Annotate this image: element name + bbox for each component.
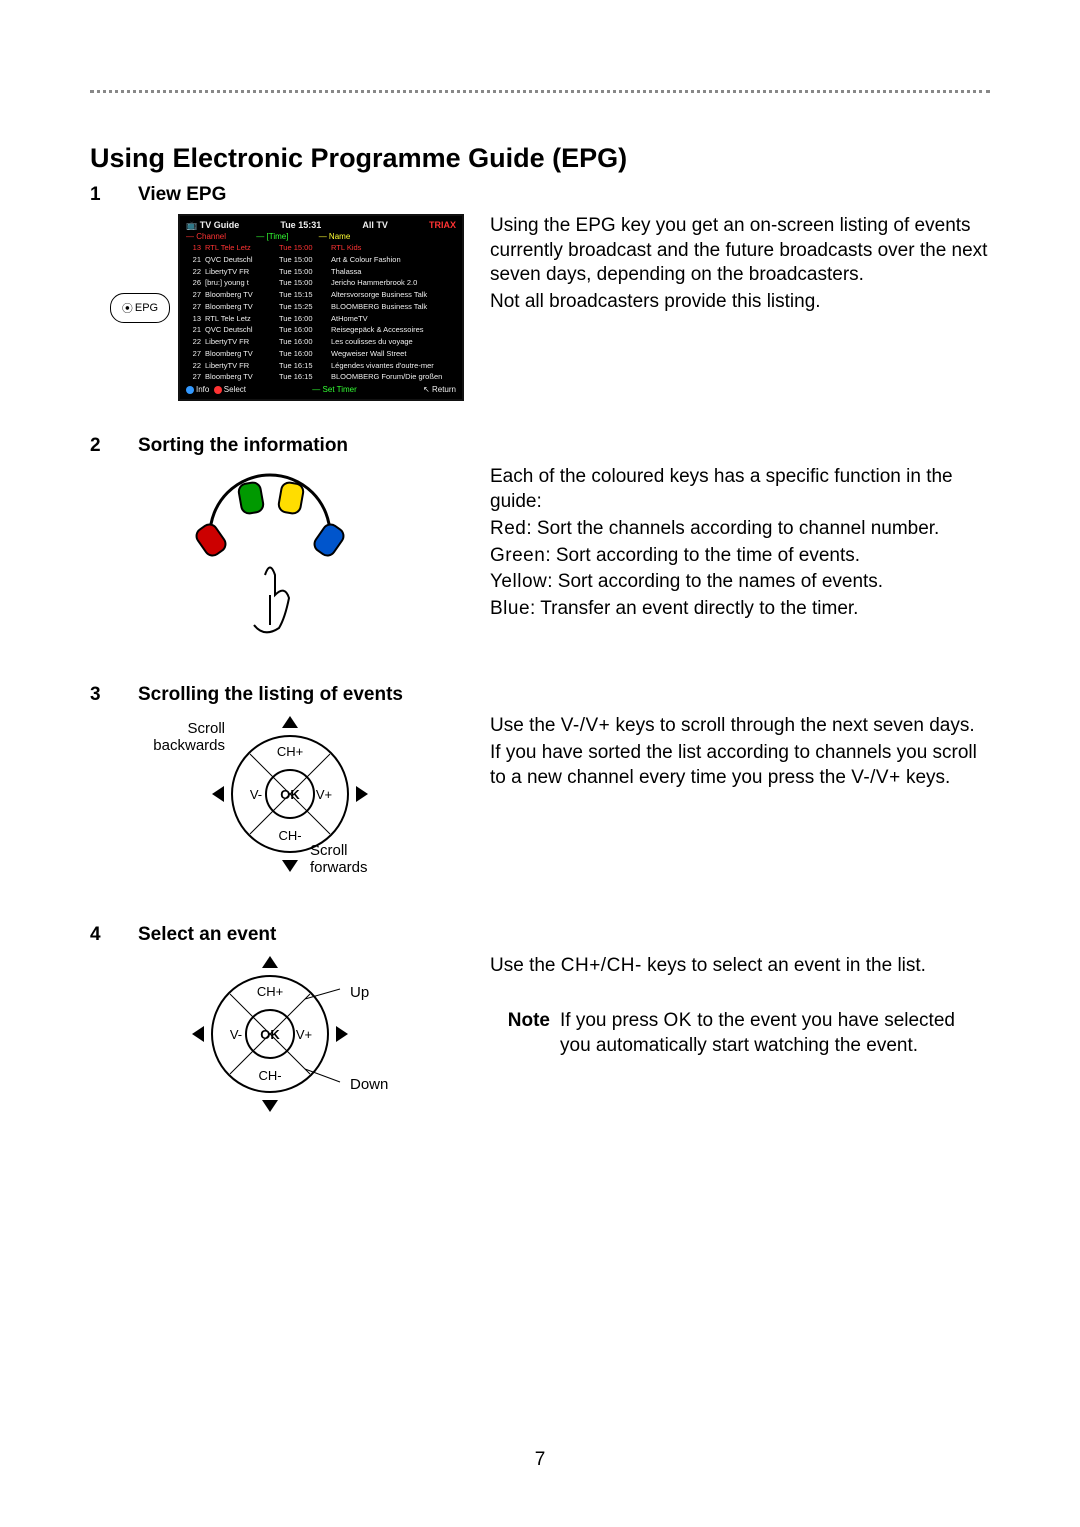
section-3-body: Scroll backwards Scroll forwards CH+ CH-… bbox=[90, 714, 990, 894]
s3-p2: If you have sorted the list according to… bbox=[490, 741, 990, 790]
section-number: 2 bbox=[90, 435, 138, 457]
note-text: If you press OK to the event you have se… bbox=[560, 1009, 990, 1058]
section-1-body: ⦿EPG 📺 TV Guide Tue 15:31 All TV TRIAX —… bbox=[90, 214, 990, 401]
epg-title: TV Guide bbox=[200, 220, 240, 230]
ok-label: OK bbox=[280, 787, 300, 802]
ch-plus-label: CH+ bbox=[277, 744, 303, 759]
epg-row: 27Bloomberg TVTue 16:15BLOOMBERG Forum/D… bbox=[186, 371, 456, 383]
section-title: View EPG bbox=[138, 184, 226, 206]
note-label: Note bbox=[490, 1009, 550, 1060]
s2-blue: Blue: Transfer an event directly to the … bbox=[490, 597, 990, 622]
page-number: 7 bbox=[0, 1449, 1080, 1471]
epg-row: 22LibertyTV FRTue 16:00Les coulisses du … bbox=[186, 336, 456, 348]
s1-p1: Using the EPG key you get an on-screen l… bbox=[490, 214, 990, 288]
section-2-body: Each of the coloured keys has a specific… bbox=[90, 465, 990, 640]
section-title: Scrolling the listing of events bbox=[138, 684, 403, 706]
epg-row: 26[bru:] young tTue 15:00Jericho Hammerb… bbox=[186, 277, 456, 289]
epg-row: 13RTL Tele LetzTue 15:00RTL Kids bbox=[186, 242, 456, 254]
label-down: Down bbox=[350, 1076, 388, 1093]
foot-info: Info bbox=[196, 385, 209, 394]
section-title: Sorting the information bbox=[138, 435, 348, 457]
epg-row: 22LibertyTV FRTue 15:00Thalassa bbox=[186, 266, 456, 278]
v-minus-label: V- bbox=[250, 787, 262, 802]
s1-p2: Not all broadcasters provide this listin… bbox=[490, 290, 990, 315]
epg-row: 13RTL Tele LetzTue 16:00AtHomeTV bbox=[186, 313, 456, 325]
epg-button-icon: ⦿EPG bbox=[110, 293, 170, 323]
epg-time: Tue 15:31 bbox=[280, 220, 321, 232]
epg-row: 27Bloomberg TVTue 15:25BLOOMBERG Busines… bbox=[186, 301, 456, 313]
page-heading: Using Electronic Programme Guide (EPG) bbox=[90, 143, 990, 174]
legend-channel: Channel bbox=[196, 232, 226, 241]
ch-minus-label: CH- bbox=[278, 828, 301, 843]
epg-brand: TRIAX bbox=[429, 220, 456, 232]
epg-filter: All TV bbox=[362, 220, 388, 232]
v-minus-label2: V- bbox=[230, 1027, 242, 1042]
s2-green: Green: Sort according to the time of eve… bbox=[490, 544, 990, 569]
nav-pad-scroll-icon: Scroll backwards Scroll forwards CH+ CH-… bbox=[150, 714, 380, 894]
ch-plus-label2: CH+ bbox=[257, 984, 283, 999]
foot-timer: Set Timer bbox=[323, 385, 357, 394]
ok-label2: OK bbox=[260, 1027, 280, 1042]
epg-row: 21QVC DeutschlTue 15:00Art & Colour Fash… bbox=[186, 254, 456, 266]
section-1-header: 1 View EPG bbox=[90, 184, 990, 206]
section-number: 3 bbox=[90, 684, 138, 706]
epg-row: 21QVC DeutschlTue 16:00Reisegepäck & Acc… bbox=[186, 324, 456, 336]
section-number: 1 bbox=[90, 184, 138, 206]
note-row: Note If you press OK to the event you ha… bbox=[490, 1009, 990, 1060]
legend-name: Name bbox=[329, 232, 350, 241]
section-number: 4 bbox=[90, 924, 138, 946]
v-plus-label2: V+ bbox=[296, 1027, 312, 1042]
foot-select: Select bbox=[224, 385, 246, 394]
epg-row: 27Bloomberg TVTue 16:00Wegweiser Wall St… bbox=[186, 348, 456, 360]
section-title: Select an event bbox=[138, 924, 276, 946]
s2-yellow: Yellow: Sort according to the names of e… bbox=[490, 570, 990, 595]
s4-p1: Use the CH+/CH- keys to select an event … bbox=[490, 954, 990, 979]
section-2-header: 2 Sorting the information bbox=[90, 435, 990, 457]
section-4-body: Up Down CH+ CH- V- V+ O bbox=[90, 954, 990, 1124]
s3-p1: Use the V-/V+ keys to scroll through the… bbox=[490, 714, 990, 739]
epg-row: 22LibertyTV FRTue 16:15Légendes vivantes… bbox=[186, 360, 456, 372]
s2-intro: Each of the coloured keys has a specific… bbox=[490, 465, 990, 514]
legend-time: [Time] bbox=[267, 232, 289, 241]
v-plus-label: V+ bbox=[316, 787, 332, 802]
s2-red: Red: Sort the channels according to chan… bbox=[490, 517, 990, 542]
epg-row: 27Bloomberg TVTue 15:15Altersvorsorge Bu… bbox=[186, 289, 456, 301]
divider bbox=[90, 90, 990, 93]
foot-return: Return bbox=[432, 385, 456, 394]
page: Using Electronic Programme Guide (EPG) 1… bbox=[0, 0, 1080, 1527]
epg-table: 13RTL Tele LetzTue 15:00RTL Kids21QVC De… bbox=[186, 242, 456, 383]
epg-button-label: EPG bbox=[135, 302, 158, 314]
colored-keys-icon bbox=[170, 465, 370, 640]
section-4-header: 4 Select an event bbox=[90, 924, 990, 946]
label-up: Up bbox=[350, 984, 369, 1001]
ch-minus-label2: CH- bbox=[258, 1068, 281, 1083]
epg-screen-mock: 📺 TV Guide Tue 15:31 All TV TRIAX — Chan… bbox=[178, 214, 464, 401]
section-3-header: 3 Scrolling the listing of events bbox=[90, 684, 990, 706]
nav-pad-select-icon: Up Down CH+ CH- V- V+ O bbox=[150, 954, 380, 1124]
